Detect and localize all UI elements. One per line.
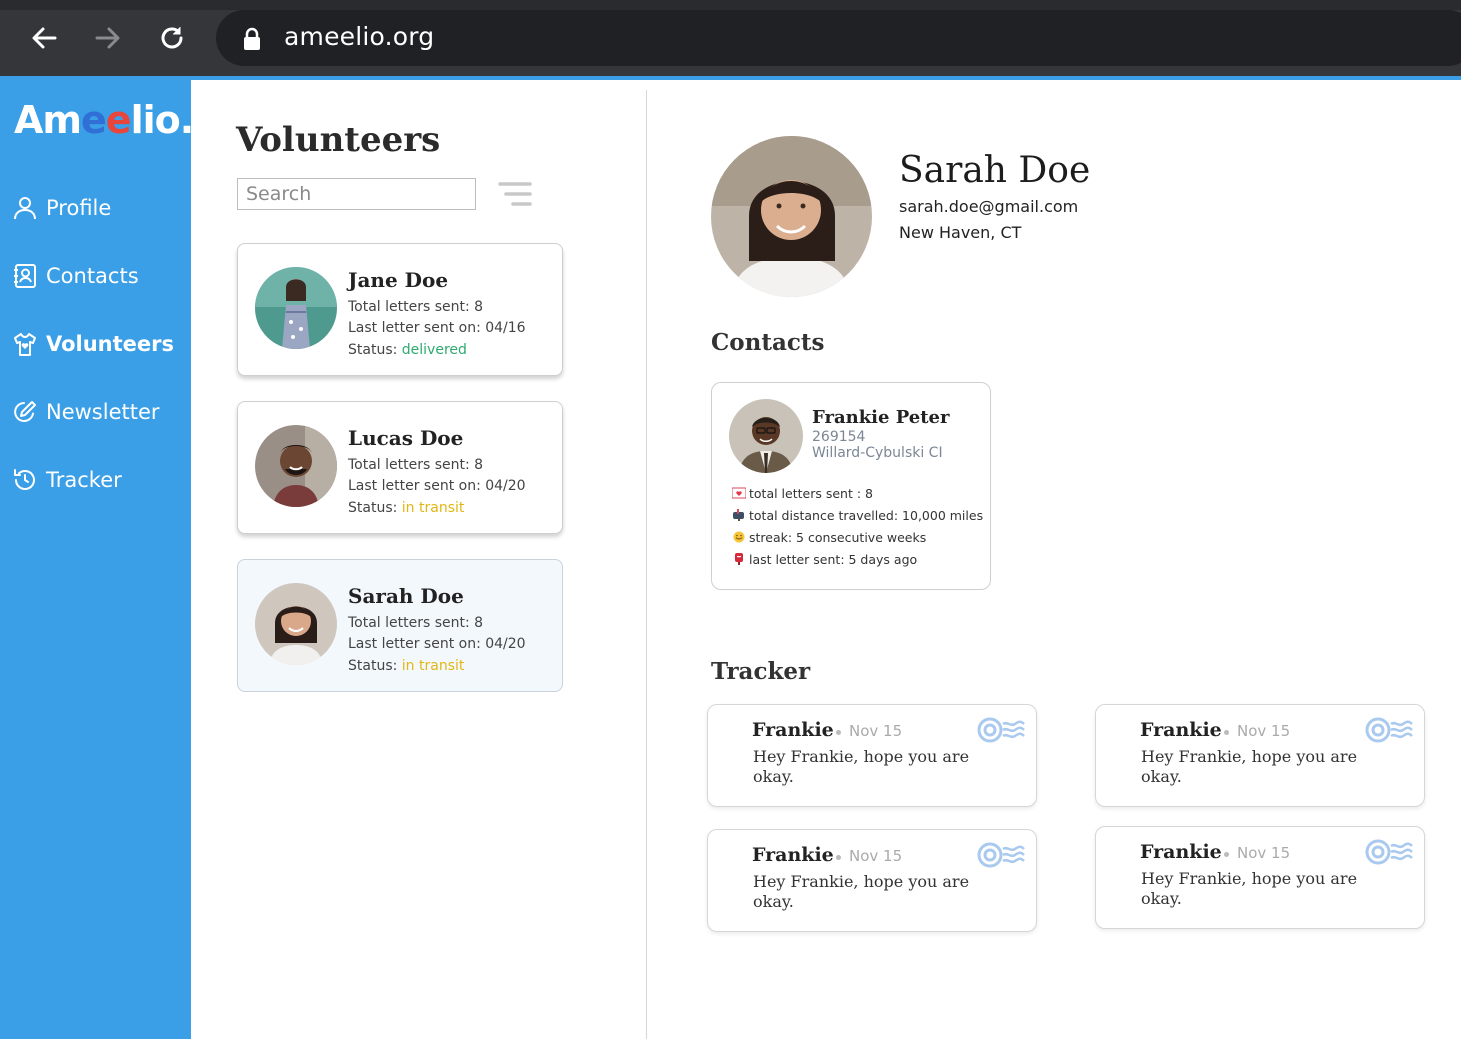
tracker-message: Hey Frankie, hope you are okay. bbox=[753, 747, 970, 786]
contacts-book-icon bbox=[14, 264, 36, 288]
tracker-date: Nov 15 bbox=[849, 847, 903, 865]
lock-icon bbox=[244, 27, 260, 50]
back-arrow-icon[interactable] bbox=[26, 20, 62, 56]
postbox-icon bbox=[735, 553, 743, 565]
separator-dot bbox=[1224, 730, 1229, 735]
status-line: Status: delivered bbox=[348, 342, 467, 358]
edit-pencil-icon bbox=[14, 401, 36, 422]
tracker-date: Nov 15 bbox=[1237, 844, 1291, 862]
search-input[interactable] bbox=[237, 178, 476, 210]
last-letter-text: Last letter sent on: 04/20 bbox=[348, 636, 526, 652]
volunteer-name: Lucas Doe bbox=[348, 426, 464, 450]
avatar bbox=[255, 583, 337, 665]
letters-sent-text: Total letters sent: 8 bbox=[348, 299, 484, 315]
letters-sent-text: Total letters sent: 8 bbox=[348, 615, 484, 631]
postmark-icon bbox=[977, 842, 1025, 868]
postmark-icon bbox=[1365, 717, 1413, 743]
profile-name: Sarah Doe bbox=[899, 150, 1091, 191]
love-letter-icon bbox=[732, 487, 746, 499]
volunteer-card-sarah[interactable]: Sarah Doe Total letters sent: 8 Last let… bbox=[237, 559, 563, 692]
sidebar-item-label: Contacts bbox=[46, 264, 139, 288]
separator-dot bbox=[836, 730, 841, 735]
stat-letters-sent: total letters sent : 8 bbox=[732, 486, 873, 501]
browser-toolbar: ameelio.org bbox=[0, 0, 1461, 76]
mailbox-icon bbox=[733, 509, 744, 521]
last-letter-text: Last letter sent on: 04/16 bbox=[348, 320, 526, 336]
contact-facility: Willard-Cybulski CI bbox=[812, 445, 943, 461]
stat-streak: streak: 5 consecutive weeks bbox=[732, 530, 926, 545]
volunteer-shirt-icon bbox=[14, 333, 36, 356]
tracker-date: Nov 15 bbox=[1237, 722, 1291, 740]
stat-last-letter: last letter sent: 5 days ago bbox=[732, 552, 917, 567]
user-icon bbox=[14, 197, 36, 220]
tracker-message: Hey Frankie, hope you are okay. bbox=[1141, 747, 1358, 786]
tracker-recipient: Frankie bbox=[752, 719, 834, 741]
tracker-recipient: Frankie bbox=[1140, 841, 1222, 863]
volunteer-name: Sarah Doe bbox=[348, 584, 464, 608]
volunteer-card-jane[interactable]: Jane Doe Total letters sent: 8 Last lett… bbox=[237, 243, 563, 376]
status-line: Status: in transit bbox=[348, 500, 465, 516]
filter-icon[interactable] bbox=[498, 180, 532, 208]
history-icon bbox=[14, 469, 35, 490]
tracker-recipient: Frankie bbox=[1140, 719, 1222, 741]
tracker-card[interactable]: Frankie Nov 15 Hey Frankie, hope you are… bbox=[1095, 704, 1425, 807]
status-badge: in transit bbox=[401, 500, 465, 516]
profile-email: sarah.doe@gmail.com bbox=[899, 197, 1079, 216]
smile-icon bbox=[733, 531, 745, 543]
profile-location: New Haven, CT bbox=[899, 223, 1022, 242]
contacts-section-title: Contacts bbox=[711, 329, 825, 356]
last-letter-text: Last letter sent on: 04/20 bbox=[348, 478, 526, 494]
header-accent-line bbox=[191, 76, 1461, 80]
sidebar-item-contacts[interactable]: Contacts bbox=[12, 256, 139, 296]
tab-strip bbox=[0, 0, 1461, 10]
sidebar-item-newsletter[interactable]: Newsletter bbox=[12, 392, 160, 432]
profile-avatar bbox=[711, 136, 872, 297]
sidebar-item-profile[interactable]: Profile bbox=[12, 188, 111, 228]
ameelio-logo[interactable]: Ameelio. bbox=[14, 98, 194, 142]
contact-card[interactable]: Frankie Peter 269154 Willard-Cybulski CI… bbox=[711, 382, 991, 590]
avatar bbox=[255, 267, 337, 349]
tracker-card[interactable]: Frankie Nov 15 Hey Frankie, hope you are… bbox=[707, 704, 1037, 807]
status-line: Status: in transit bbox=[348, 658, 465, 674]
separator-dot bbox=[1224, 852, 1229, 857]
avatar bbox=[255, 425, 337, 507]
sidebar-item-label: Profile bbox=[46, 196, 112, 220]
url-text[interactable]: ameelio.org bbox=[284, 22, 434, 51]
tracker-date: Nov 15 bbox=[849, 722, 903, 740]
sidebar-item-label: Newsletter bbox=[46, 400, 160, 424]
tracker-section-title: Tracker bbox=[711, 658, 811, 685]
sidebar-item-tracker[interactable]: Tracker bbox=[12, 460, 122, 500]
letters-sent-text: Total letters sent: 8 bbox=[348, 457, 484, 473]
contact-id: 269154 bbox=[812, 429, 866, 445]
avatar bbox=[729, 399, 803, 473]
tracker-card[interactable]: Frankie Nov 15 Hey Frankie, hope you are… bbox=[1095, 826, 1425, 929]
status-badge: delivered bbox=[401, 342, 467, 358]
stat-distance: total distance travelled: 10,000 miles bbox=[732, 508, 983, 523]
separator-dot bbox=[836, 855, 841, 860]
volunteers-title: Volunteers bbox=[236, 120, 441, 160]
tracker-recipient: Frankie bbox=[752, 844, 834, 866]
panel-divider bbox=[646, 90, 647, 1039]
sidebar-item-label: Tracker bbox=[46, 468, 122, 492]
contact-name: Frankie Peter bbox=[812, 407, 950, 428]
volunteer-name: Jane Doe bbox=[348, 268, 449, 292]
forward-arrow-icon[interactable] bbox=[90, 20, 126, 56]
status-badge: in transit bbox=[401, 658, 465, 674]
tracker-message: Hey Frankie, hope you are okay. bbox=[1141, 869, 1358, 908]
postmark-icon bbox=[1365, 839, 1413, 865]
tracker-card[interactable]: Frankie Nov 15 Hey Frankie, hope you are… bbox=[707, 829, 1037, 932]
tracker-message: Hey Frankie, hope you are okay. bbox=[753, 872, 970, 911]
postmark-icon bbox=[977, 717, 1025, 743]
sidebar-item-label: Volunteers bbox=[46, 332, 175, 356]
volunteer-card-lucas[interactable]: Lucas Doe Total letters sent: 8 Last let… bbox=[237, 401, 563, 534]
reload-icon[interactable] bbox=[154, 20, 190, 56]
sidebar-item-volunteers[interactable]: Volunteers bbox=[12, 324, 174, 364]
